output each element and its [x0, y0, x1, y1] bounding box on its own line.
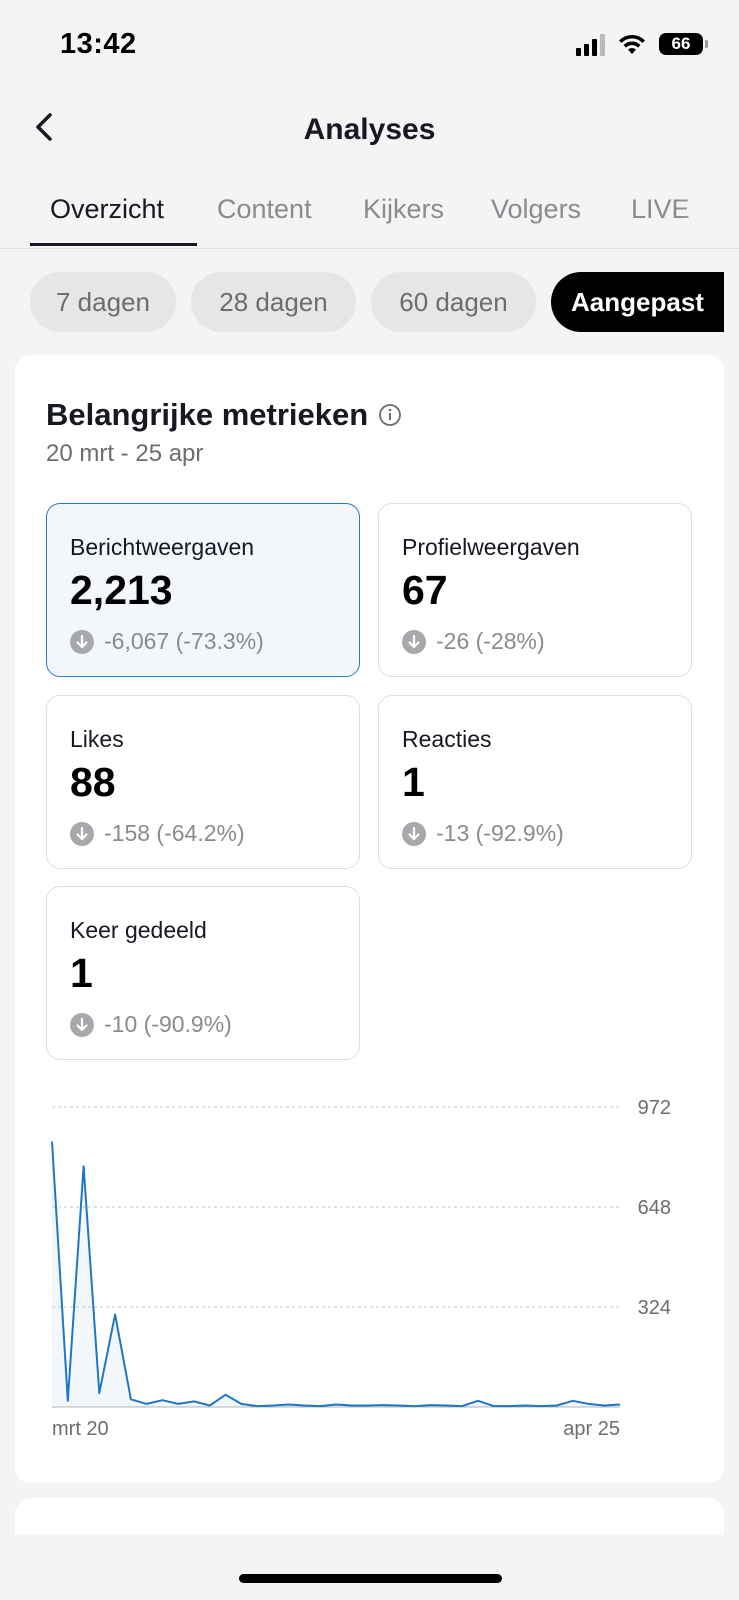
arrow-down-circle-icon: [70, 821, 94, 846]
x-tick-label-end: apr 25: [563, 1418, 620, 1440]
arrow-down-circle-icon: [402, 821, 426, 846]
metric-value: 2,213: [70, 567, 173, 613]
metric-value: 88: [70, 759, 116, 805]
metric-change: -10 (-90.9%): [70, 1011, 232, 1038]
tab-overzicht[interactable]: Overzicht: [50, 194, 164, 225]
metric-value: 1: [70, 950, 93, 996]
info-icon[interactable]: [378, 403, 402, 427]
y-tick-label: 324: [638, 1297, 671, 1319]
date-range: 20 mrt - 25 apr: [46, 440, 204, 467]
cellular-signal-icon: [576, 32, 605, 56]
wifi-icon: [619, 34, 645, 54]
range-chip-28-dagen[interactable]: 28 dagen: [191, 272, 356, 332]
series-line: [51, 1141, 621, 1408]
views-line-chart: 324 648 972 mrt 20 apr 25: [51, 1097, 671, 1440]
metric-change-text: -13 (-92.9%): [436, 820, 564, 846]
tab-content[interactable]: Content: [217, 194, 312, 225]
arrow-down-circle-icon: [70, 629, 94, 654]
metric-tile-berichtweergaven[interactable]: Berichtweergaven 2,213 -6,067 (-73.3%): [46, 503, 360, 677]
metric-label: Likes: [70, 726, 124, 752]
status-bar: 13:42 66: [0, 0, 739, 90]
bottom-area: [0, 1535, 739, 1600]
metric-change-text: -26 (-28%): [436, 628, 545, 654]
metric-change-text: -6,067 (-73.3%): [104, 628, 264, 654]
tab-kijkers[interactable]: Kijkers: [363, 194, 444, 225]
metric-change: -13 (-92.9%): [402, 820, 564, 847]
x-tick-label-start: mrt 20: [52, 1418, 109, 1440]
battery-icon: 66: [659, 33, 708, 55]
metric-tile-keer-gedeeld[interactable]: Keer gedeeld 1 -10 (-90.9%): [46, 886, 360, 1060]
y-tick-label: 972: [638, 1097, 671, 1119]
page-title: Analyses: [303, 113, 436, 146]
key-metrics-title: Belangrijke metrieken: [46, 397, 369, 432]
metric-label: Berichtweergaven: [70, 534, 255, 560]
range-chip-60-dagen[interactable]: 60 dagen: [371, 272, 536, 332]
series-area: [52, 1141, 620, 1407]
metric-tile-reacties[interactable]: Reacties 1 -13 (-92.9%): [378, 695, 692, 869]
metric-change: -6,067 (-73.3%): [70, 628, 264, 655]
tab-bar: Overzicht Content Kijkers Volgers LIVE: [0, 180, 739, 249]
range-chip-7-dagen[interactable]: 7 dagen: [30, 272, 176, 332]
y-tick-label: 648: [638, 1197, 671, 1219]
status-icons: 66: [576, 32, 708, 56]
range-chip-aangepast[interactable]: Aangepast: [551, 272, 724, 332]
arrow-down-circle-icon: [70, 1012, 94, 1037]
metric-change-text: -158 (-64.2%): [104, 820, 245, 846]
metric-change-text: -10 (-90.9%): [104, 1011, 232, 1037]
metric-change: -158 (-64.2%): [70, 820, 245, 847]
metric-tile-profielweergaven[interactable]: Profielweergaven 67 -26 (-28%): [378, 503, 692, 677]
status-time: 13:42: [60, 28, 137, 60]
metric-label: Reacties: [402, 726, 492, 752]
metric-change: -26 (-28%): [402, 628, 545, 655]
nav-bar: Analyses: [0, 95, 739, 165]
next-card: [15, 1498, 724, 1538]
metric-label: Keer gedeeld: [70, 917, 207, 943]
tab-volgers[interactable]: Volgers: [491, 194, 581, 225]
tabs-fade: [679, 180, 739, 246]
active-tab-indicator: [30, 243, 197, 246]
metric-label: Profielweergaven: [402, 534, 580, 560]
metric-value: 67: [402, 567, 448, 613]
home-indicator: [239, 1574, 502, 1583]
arrow-down-circle-icon: [402, 629, 426, 654]
section-title: Belangrijke metrieken: [46, 397, 402, 433]
metric-tile-likes[interactable]: Likes 88 -158 (-64.2%): [46, 695, 360, 869]
metric-value: 1: [402, 759, 425, 805]
